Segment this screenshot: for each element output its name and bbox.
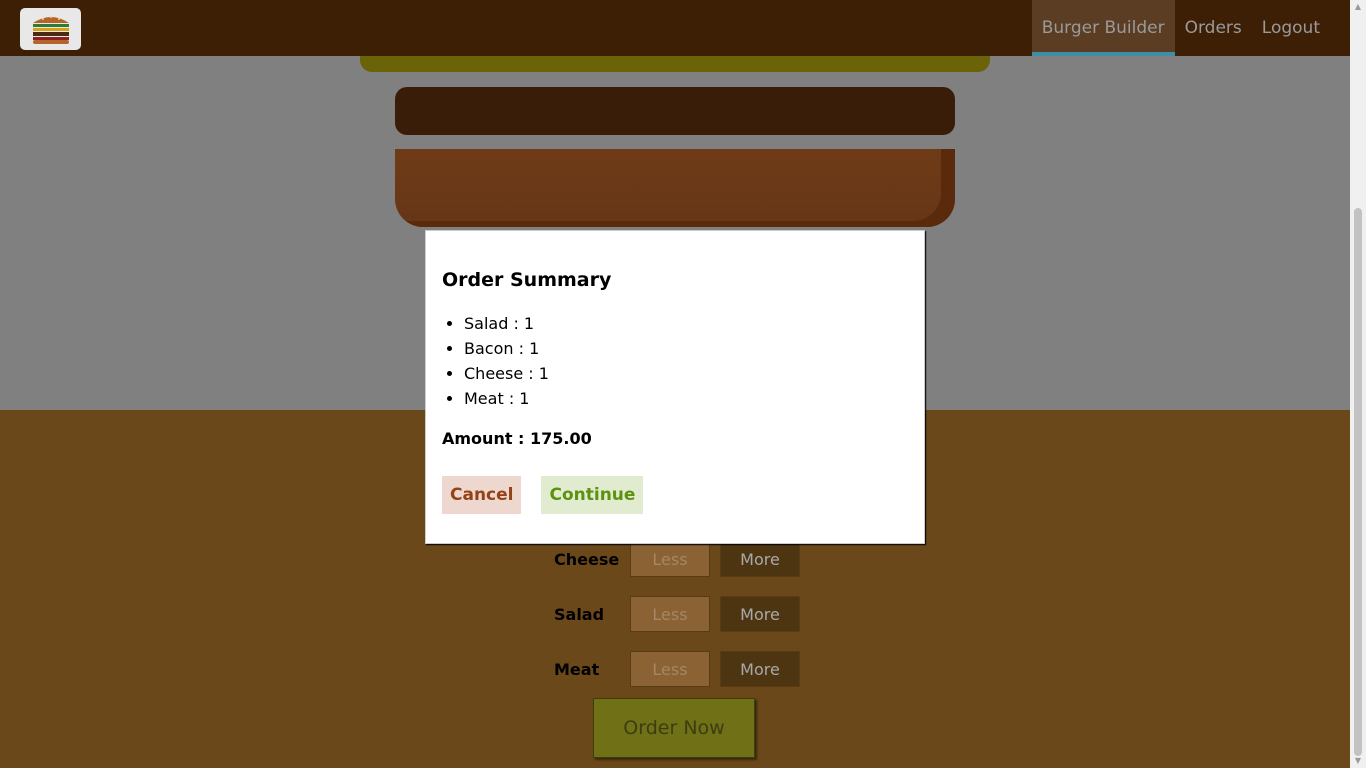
- control-label: Cheese: [554, 549, 620, 569]
- more-button[interactable]: More: [720, 596, 800, 632]
- more-button[interactable]: More: [720, 541, 800, 577]
- list-item: Salad : 1: [464, 311, 908, 336]
- order-summary-modal: Order Summary Salad : 1 Bacon : 1 Cheese…: [425, 230, 925, 544]
- meat-layer: [395, 87, 955, 135]
- bread-top: [360, 56, 990, 72]
- control-row-salad: Salad Less More: [554, 596, 800, 632]
- less-button[interactable]: Less: [630, 541, 710, 577]
- scroll-down-icon[interactable]: ▼: [1354, 757, 1362, 765]
- modal-actions: Cancel Continue: [442, 476, 908, 514]
- continue-button[interactable]: Continue: [541, 476, 644, 514]
- burger-logo-icon: [32, 16, 69, 44]
- cancel-button[interactable]: Cancel: [442, 476, 522, 514]
- control-label: Salad: [554, 604, 605, 624]
- less-button[interactable]: Less: [630, 596, 710, 632]
- order-now-button[interactable]: Order Now: [593, 698, 755, 758]
- order-amount: Amount : 175.00: [442, 429, 592, 448]
- scroll-thumb[interactable]: [1354, 208, 1362, 756]
- nav-logout[interactable]: Logout: [1252, 0, 1350, 56]
- control-row-cheese: Cheese Less More: [554, 541, 800, 577]
- more-button[interactable]: More: [720, 651, 800, 687]
- nav-orders[interactable]: Orders: [1175, 0, 1252, 56]
- ingredient-list: Salad : 1 Bacon : 1 Cheese : 1 Meat : 1: [442, 311, 908, 411]
- list-item: Meat : 1: [464, 386, 908, 411]
- main-nav: Burger Builder Orders Logout: [1031, 0, 1350, 56]
- control-label: Meat: [554, 659, 600, 679]
- less-button[interactable]: Less: [630, 651, 710, 687]
- scroll-up-icon[interactable]: ▲: [1354, 3, 1362, 11]
- control-row-meat: Meat Less More: [554, 651, 800, 687]
- list-item: Cheese : 1: [464, 361, 908, 386]
- burger-logo[interactable]: [20, 8, 81, 50]
- nav-burger-builder[interactable]: Burger Builder: [1031, 0, 1175, 56]
- bread-bottom: [395, 149, 955, 227]
- page-scrollbar[interactable]: ▲ ▼: [1350, 0, 1366, 768]
- modal-title: Order Summary: [442, 269, 612, 291]
- list-item: Bacon : 1: [464, 336, 908, 361]
- toolbar: Burger Builder Orders Logout: [0, 0, 1350, 56]
